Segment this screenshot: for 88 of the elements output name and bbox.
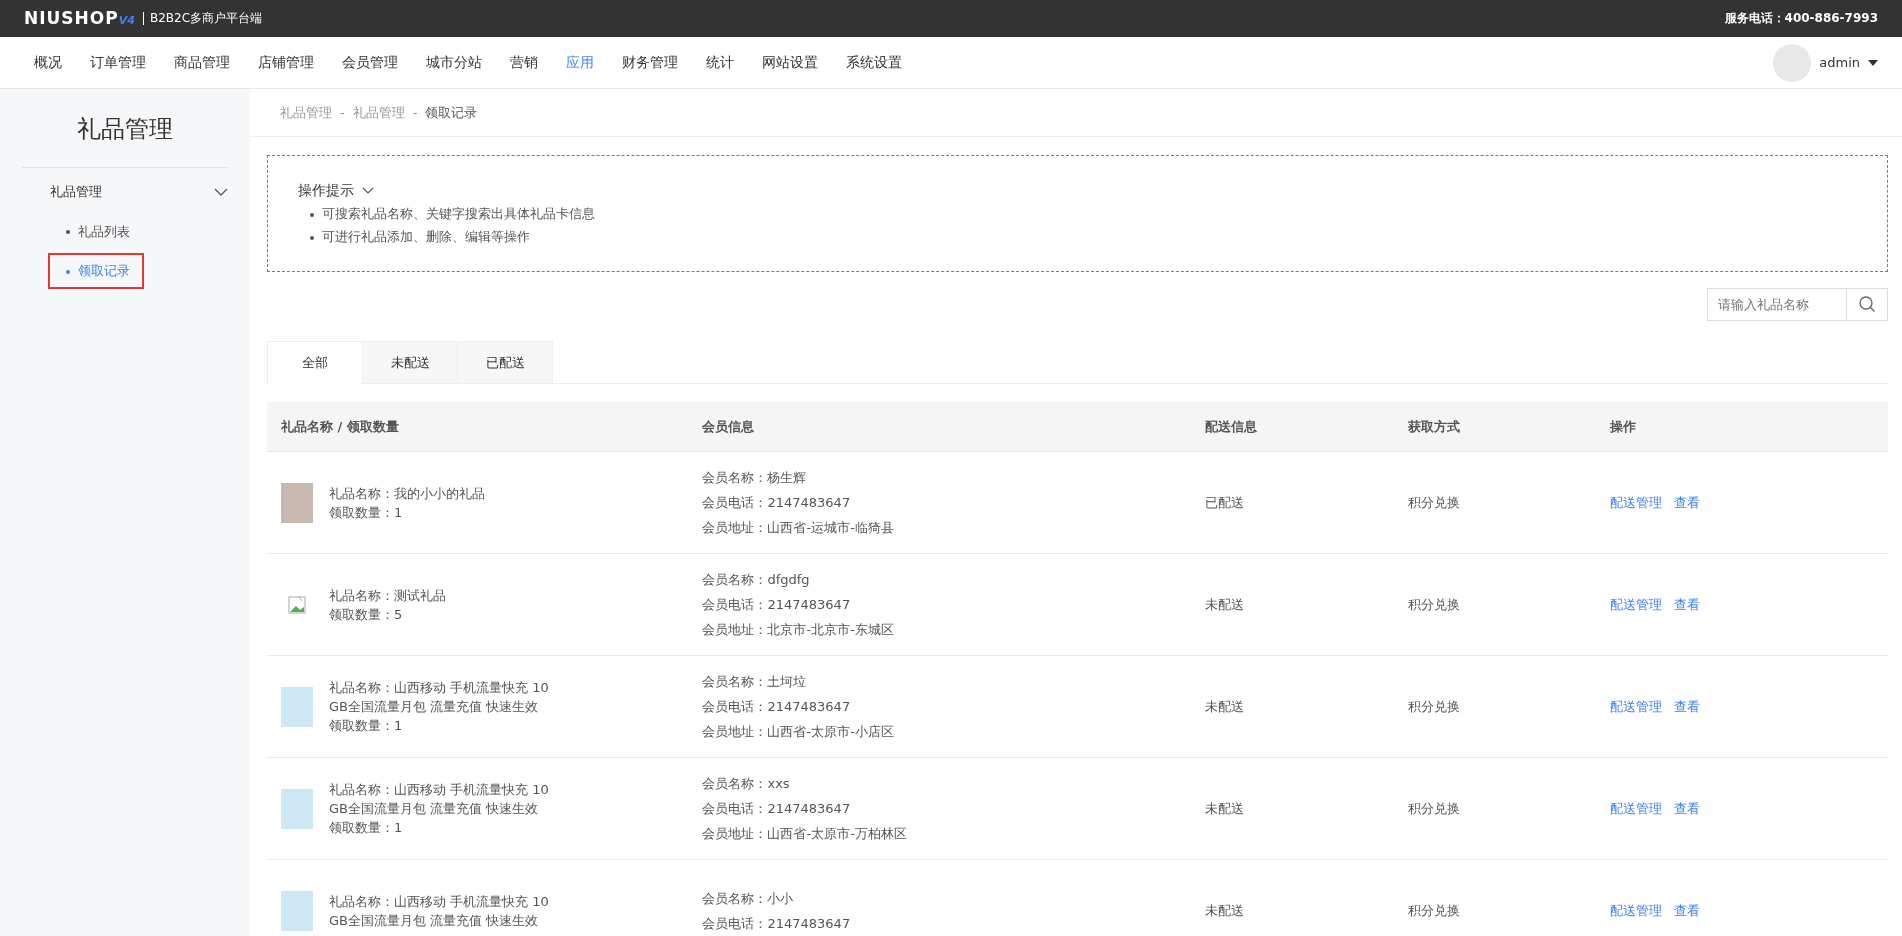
column-header: 礼品名称 / 领取数量: [267, 401, 689, 452]
action-link[interactable]: 查看: [1674, 495, 1701, 511]
platform-subtitle: B2B2C多商户平台端: [142, 11, 263, 25]
nav-item[interactable]: 财务管理: [608, 52, 692, 74]
gift-name: 礼品名称：山西移动 手机流量快充 10 GB全国流量月包 流量充值 快速生效: [329, 679, 550, 717]
action-link[interactable]: 配送管理: [1610, 903, 1663, 919]
gift-quantity: 领取数量：1: [329, 819, 404, 838]
delivery-status: 未配送: [1190, 859, 1394, 936]
member-name: 会员名称：小小: [702, 890, 795, 909]
member-phone: 会员电话：2147483647: [702, 800, 852, 819]
action-link[interactable]: 查看: [1674, 903, 1701, 919]
action-link[interactable]: 配送管理: [1610, 597, 1663, 613]
tip-text: 可进行礼品添加、删除、编辑等操作: [310, 228, 1857, 247]
search-field[interactable]: 请输入礼品名称: [1707, 287, 1847, 321]
acquire-method: 积分兑换: [1393, 655, 1597, 758]
member-name: 会员名称：xxs: [702, 775, 791, 794]
member-address: 会员地址：山西省-运城市-临猗县: [702, 519, 895, 538]
column-header: 配送信息: [1190, 401, 1394, 452]
acquire-method: 积分兑换: [1393, 757, 1597, 860]
member-name: 会员名称：dfgdfg: [702, 571, 811, 590]
gift-name: 礼品名称：我的小小的礼品: [329, 484, 485, 503]
action-link[interactable]: 查看: [1674, 699, 1701, 715]
column-header: 获取方式: [1393, 401, 1597, 452]
photo-placeholder: [281, 891, 313, 932]
nav-item[interactable]: 订单管理: [76, 52, 160, 74]
action-link[interactable]: 配送管理: [1610, 495, 1663, 511]
sidebar-title: 礼品管理: [76, 114, 174, 146]
breadcrumb-separator: -: [412, 104, 418, 123]
nav-item[interactable]: 应用: [552, 52, 608, 74]
action-link[interactable]: 配送管理: [1610, 699, 1663, 715]
action-link[interactable]: 查看: [1674, 597, 1701, 613]
member-address: 会员地址：北京市-北京市-东城区: [702, 621, 895, 640]
nav-item[interactable]: 系统设置: [832, 52, 916, 74]
gift-name: 礼品名称：测试礼品: [329, 586, 446, 605]
caret-down-icon: [1868, 59, 1878, 66]
gift-quantity: 领取数量：1: [329, 717, 404, 736]
gift-name: 礼品名称：山西移动 手机流量快充 10 GB全国流量月包 流量充值 快速生效: [329, 893, 550, 931]
delivery-status: 未配送: [1190, 757, 1394, 860]
member-phone: 会员电话：2147483647: [702, 915, 852, 934]
logo: NIUSHOP: [24, 6, 119, 30]
column-header: 操作: [1596, 401, 1888, 452]
member-address: 会员地址：山西省-太原市-万柏林区: [702, 825, 908, 844]
member-address: 会员地址：山西省-太原市-小店区: [702, 723, 895, 742]
member-phone: 会员电话：2147483647: [702, 494, 852, 513]
breadcrumb-separator: -: [340, 104, 345, 123]
tips-title[interactable]: 操作提示: [298, 180, 354, 202]
sidebar-group[interactable]: 礼品管理: [0, 168, 250, 212]
gift-name: 礼品名称：山西移动 手机流量快充 10 GB全国流量月包 流量充值 快速生效: [329, 781, 550, 819]
member-phone: 会员电话：2147483647: [702, 698, 852, 717]
group-label: 礼品管理: [50, 183, 102, 202]
nav-item[interactable]: 会员管理: [328, 52, 412, 74]
user-name[interactable]: admin: [1819, 52, 1860, 73]
gift-quantity: 领取数量：5: [329, 605, 404, 624]
member-name: 会员名称：杨生辉: [702, 469, 808, 488]
nav-item[interactable]: 概况: [20, 52, 76, 74]
member-name: 会员名称：土坷垃: [702, 673, 808, 692]
nav-item[interactable]: 网站设置: [748, 52, 832, 74]
acquire-method: 积分兑换: [1393, 451, 1597, 554]
breadcrumb-link[interactable]: 领取记录: [425, 103, 478, 123]
chevron-down-icon: [214, 188, 228, 197]
filter-tab[interactable]: 全部: [267, 340, 363, 384]
delivery-status: 未配送: [1190, 553, 1394, 656]
nav-item[interactable]: 商品管理: [160, 52, 244, 74]
member-phone: 会员电话：2147483647: [702, 596, 852, 615]
tip-text: 可搜索礼品名称、关键字搜索出具体礼品卡信息: [310, 205, 1857, 225]
sidebar-item[interactable]: 礼品列表: [48, 213, 144, 250]
gift-quantity: 领取数量：1: [329, 503, 404, 522]
photo-placeholder: [281, 686, 313, 727]
acquire-method: 积分兑换: [1393, 859, 1597, 936]
logo-version: V4: [118, 13, 135, 29]
filter-tab[interactable]: 未配送: [362, 340, 458, 383]
search-icon: [1858, 295, 1876, 314]
acquire-method: 积分兑换: [1393, 553, 1597, 656]
delivery-status: 已配送: [1190, 451, 1394, 554]
search-button[interactable]: [1847, 287, 1888, 321]
action-link[interactable]: 查看: [1674, 801, 1701, 817]
delivery-status: 未配送: [1190, 655, 1394, 758]
nav-item[interactable]: 城市分站: [412, 52, 496, 74]
nav-item[interactable]: 店铺管理: [244, 52, 328, 74]
column-header: 会员信息: [688, 401, 1191, 452]
service-phone: 服务电话：400-886-7993: [1724, 10, 1878, 28]
photo-placeholder: [281, 482, 313, 523]
nav-item[interactable]: 营销: [496, 52, 552, 74]
sidebar-item[interactable]: 领取记录: [48, 253, 144, 289]
photo-placeholder: [281, 788, 313, 829]
nav-item[interactable]: 统计: [692, 52, 748, 74]
action-link[interactable]: 配送管理: [1610, 801, 1663, 817]
filter-tab[interactable]: 已配送: [457, 340, 553, 383]
